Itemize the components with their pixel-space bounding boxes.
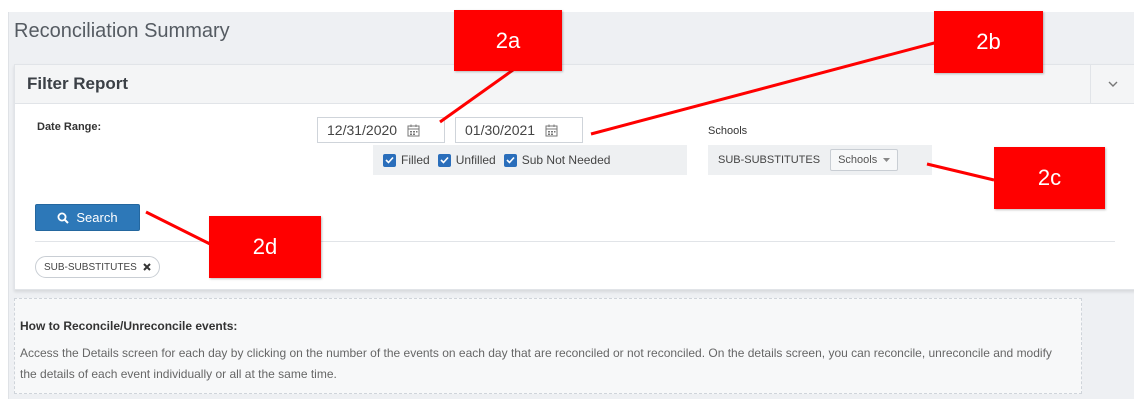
help-title: How to Reconcile/Unreconcile events: bbox=[20, 319, 238, 333]
schools-dropdown[interactable]: Schools bbox=[830, 149, 899, 171]
sub-not-needed-checkbox-label: Sub Not Needed bbox=[521, 153, 611, 167]
status-filter-group: Filled Unfilled Sub Not Needed bbox=[373, 145, 687, 175]
schools-dropdown-label: Schools bbox=[838, 154, 878, 166]
panel-collapse-toggle[interactable] bbox=[1090, 65, 1134, 103]
search-button[interactable]: Search bbox=[35, 204, 140, 231]
search-button-label: Search bbox=[76, 210, 118, 225]
filter-panel-title: Filter Report bbox=[27, 74, 129, 93]
filter-report-panel: Filter Report Date Range: 12/31/2020 01/… bbox=[14, 64, 1134, 290]
active-filter-tag-label: SUB-SUBSTITUTES bbox=[44, 261, 137, 273]
active-filter-tag: SUB-SUBSTITUTES bbox=[35, 256, 160, 278]
end-date-input[interactable]: 01/30/2021 bbox=[455, 117, 583, 143]
checkmark-icon bbox=[503, 153, 517, 167]
filled-checkbox-label: Filled bbox=[401, 153, 430, 167]
end-date-value: 01/30/2021 bbox=[465, 122, 536, 138]
date-range-label: Date Range: bbox=[37, 121, 102, 133]
close-icon[interactable] bbox=[143, 263, 151, 271]
start-date-value: 12/31/2020 bbox=[327, 122, 398, 138]
help-body: Access the Details screen for each day b… bbox=[20, 346, 1052, 381]
sub-not-needed-checkbox[interactable]: Sub Not Needed bbox=[503, 153, 611, 167]
start-date-input[interactable]: 12/31/2020 bbox=[317, 117, 445, 143]
schools-label: Schools bbox=[708, 125, 748, 137]
chevron-down-icon bbox=[1108, 81, 1118, 87]
page-title: Reconciliation Summary bbox=[14, 20, 230, 42]
divider bbox=[35, 241, 1115, 242]
unfilled-checkbox-label: Unfilled bbox=[455, 153, 496, 167]
calendar-icon[interactable] bbox=[545, 124, 558, 137]
search-icon bbox=[57, 212, 70, 224]
selected-school-group: SUB-SUBSTITUTES bbox=[718, 154, 821, 166]
checkmark-icon bbox=[383, 153, 396, 167]
schools-filter-group: SUB-SUBSTITUTES Schools bbox=[708, 145, 932, 175]
page-left-border bbox=[8, 12, 9, 399]
annotation-callout-2a: 2a bbox=[454, 10, 562, 71]
reconcile-help-box: How to Reconcile/Unreconcile events: Acc… bbox=[14, 298, 1082, 394]
calendar-icon[interactable] bbox=[407, 124, 420, 137]
checkmark-icon bbox=[437, 153, 451, 167]
annotation-callout-2c: 2c bbox=[994, 147, 1105, 209]
annotation-callout-2b: 2b bbox=[934, 11, 1043, 73]
annotation-callout-2d: 2d bbox=[209, 216, 321, 278]
unfilled-checkbox[interactable]: Unfilled bbox=[437, 153, 496, 167]
filled-checkbox[interactable]: Filled bbox=[383, 153, 430, 167]
caret-down-icon bbox=[883, 158, 891, 162]
